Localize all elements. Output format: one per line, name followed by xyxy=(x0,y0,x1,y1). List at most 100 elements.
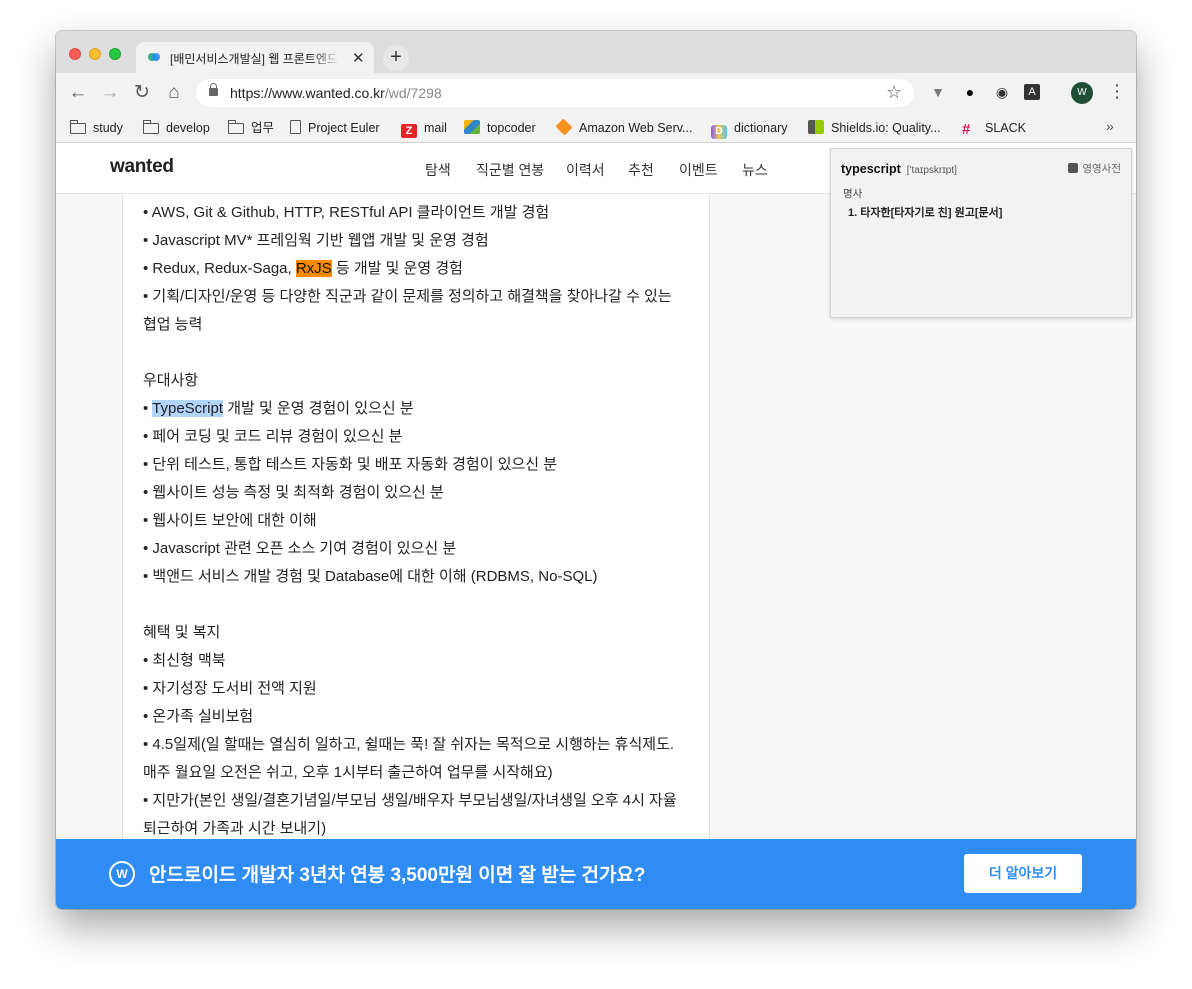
bookmark-label: Amazon Web Serv... xyxy=(579,121,693,135)
preferred-title: 우대사항 xyxy=(143,372,199,389)
browser-tab[interactable]: [배민서비스개발실] 웹 프론트엔드 개발자 ✕ xyxy=(136,42,374,74)
topcoder-icon xyxy=(464,120,480,134)
preferred-line: • 웹사이트 보안에 대한 이해 xyxy=(143,512,317,529)
bookmark-shields[interactable]: Shields.io: Quality... xyxy=(808,119,941,137)
preferred-line: • 페어 코딩 및 코드 리뷰 경험이 있으신 분 xyxy=(143,428,403,445)
nav-news[interactable]: 뉴스 xyxy=(742,160,768,180)
preferred-line: • Javascript 관련 오픈 소스 기여 경험이 있으신 분 xyxy=(143,540,457,557)
promo-banner: W 안드로이드 개발자 3년차 연봉 3,500만원 이면 잘 받는 건가요? … xyxy=(56,839,1136,909)
bookmark-star-icon[interactable]: ☆ xyxy=(886,82,902,103)
bookmark-label: mail xyxy=(424,121,447,135)
profile-avatar[interactable]: W xyxy=(1071,82,1093,104)
benefit-line-cont: 매주 월요일 오전은 쉬고, 오후 1시부터 출근하여 업무를 시작해요) xyxy=(143,764,553,781)
minimize-window-button[interactable] xyxy=(89,48,101,60)
title-bar: [배민서비스개발실] 웹 프론트엔드 개발자 ✕ + xyxy=(56,31,1136,74)
back-icon[interactable]: ← xyxy=(66,81,90,105)
bookmark-work[interactable]: 업무 xyxy=(227,119,275,137)
dict-pronunciation: ['taɪpskrɪpt] xyxy=(906,165,957,176)
forward-icon[interactable]: → xyxy=(98,81,122,105)
dict-definition: 1. 타자한[타자기로 친] 원고[문서] xyxy=(848,207,1003,219)
menu-kebab-icon[interactable]: ⋮ xyxy=(1108,81,1126,102)
url-text[interactable]: https://www.wanted.co.kr/wd/7298 xyxy=(230,85,442,101)
browser-toolbar: ← → ↻ ⌂ https://www.wanted.co.kr/wd/7298… xyxy=(56,73,1136,113)
close-window-button[interactable] xyxy=(69,48,81,60)
bookmark-develop[interactable]: develop xyxy=(142,119,210,137)
more-bookmarks-icon[interactable]: » xyxy=(1106,118,1114,134)
wanted-logo[interactable]: wanted xyxy=(110,156,174,178)
dictionary-icon: D xyxy=(711,125,727,139)
folder-icon xyxy=(69,120,86,134)
page-icon xyxy=(290,120,301,134)
bookmark-aws[interactable]: Amazon Web Serv... xyxy=(555,118,693,137)
benefit-line-cont: 퇴근하여 가족과 시간 보내기) xyxy=(143,820,327,837)
new-tab-button[interactable]: + xyxy=(383,45,409,71)
folder-icon xyxy=(227,120,244,134)
bookmark-topcoder[interactable]: topcoder xyxy=(464,119,536,137)
wanted-favicon-icon xyxy=(148,53,162,61)
benefit-line: • 최신형 맥북 xyxy=(143,652,226,669)
benefit-line: • 4.5일제(일 할때는 열심히 일하고, 쉴때는 푹! 잘 쉬자는 목적으로… xyxy=(143,736,675,753)
text-span: • Redux, Redux-Saga, xyxy=(143,260,296,277)
requirement-line: • AWS, Git & Github, HTTP, RESTful API 클… xyxy=(143,204,550,221)
bookmark-label: SLACK xyxy=(985,121,1026,135)
nav-events[interactable]: 이벤트 xyxy=(679,160,718,180)
benefits-title: 혜택 및 복지 xyxy=(143,624,221,641)
dict-source-label: 영영사전 xyxy=(1082,163,1121,175)
folder-icon xyxy=(142,120,159,134)
bookmark-slack[interactable]: # SLACK xyxy=(962,119,1026,137)
dict-source[interactable]: 영영사전 xyxy=(1068,161,1121,176)
zoho-icon: Z xyxy=(401,124,417,138)
preferred-line: • TypeScript 개발 및 운영 경험이 있으신 분 xyxy=(143,397,414,418)
requirement-line: • 기획/디자인/운영 등 다양한 직군과 같이 문제를 정의하고 해결책을 찾… xyxy=(143,288,672,305)
learn-more-button[interactable]: 더 알아보기 xyxy=(964,854,1082,893)
bookmark-label: 업무 xyxy=(251,121,275,135)
job-description-card: • AWS, Git & Github, HTTP, RESTful API 클… xyxy=(122,194,710,909)
dictionary-popup: typescript ['taɪpskrɪpt] 영영사전 명사 1. 타자한[타… xyxy=(830,148,1132,318)
text-span: 개발 및 운영 경험이 있으신 분 xyxy=(223,400,414,417)
tab-title: [배민서비스개발실] 웹 프론트엔드 개발자 xyxy=(170,50,340,67)
preferred-line: • 웹사이트 성능 측정 및 최적화 경험이 있으신 분 xyxy=(143,484,444,501)
dictionary-extension-icon[interactable]: A xyxy=(1024,84,1040,100)
text-span: 등 개발 및 운영 경험 xyxy=(331,260,463,277)
requirement-line: • Javascript MV* 프레임웍 기반 웹앱 개발 및 운영 경험 xyxy=(143,232,489,249)
benefit-line: • 지만가(본인 생일/결혼기념일/부모님 생일/배우자 부모님생일/자녀생일 … xyxy=(143,792,677,809)
zoom-window-button[interactable] xyxy=(109,48,121,60)
wanted-w-icon: W xyxy=(109,861,135,887)
dict-source-icon xyxy=(1068,163,1079,173)
browser-window: [배민서비스개발실] 웹 프론트엔드 개발자 ✕ + ← → ↻ ⌂ https… xyxy=(56,31,1136,909)
bookmark-mail[interactable]: Zmail xyxy=(401,119,447,138)
nav-salary-by-role[interactable]: 직군별 연봉 xyxy=(476,160,544,180)
bookmarks-bar: study develop 업무 Project Euler Zmail top… xyxy=(56,113,1136,143)
requirement-line-cont: 협업 능력 xyxy=(143,316,203,333)
tab-close-icon[interactable]: ✕ xyxy=(352,49,365,67)
vue-devtools-icon[interactable]: ▼ xyxy=(928,82,948,102)
selected-typescript: TypeScript xyxy=(152,400,224,417)
shields-icon xyxy=(808,120,824,134)
address-bar[interactable]: https://www.wanted.co.kr/wd/7298 ☆ xyxy=(196,79,914,107)
home-icon[interactable]: ⌂ xyxy=(162,81,186,105)
cookie-icon[interactable]: ● xyxy=(960,82,980,102)
aws-icon xyxy=(555,118,573,136)
benefit-line: • 자기성장 도서비 전액 지원 xyxy=(143,680,317,697)
nav-explore[interactable]: 탐색 xyxy=(425,160,451,180)
bookmark-label: dictionary xyxy=(734,121,788,135)
nav-resume[interactable]: 이력서 xyxy=(566,160,605,180)
incognito-icon[interactable]: ◉ xyxy=(992,82,1012,102)
dict-headword: typescript ['taɪpskrɪpt] xyxy=(841,162,957,176)
bookmark-label: Shields.io: Quality... xyxy=(831,121,941,135)
url-host: https://www.wanted.co.kr xyxy=(230,85,385,101)
preferred-line: • 단위 테스트, 통합 테스트 자동화 및 배포 자동화 경험이 있으신 분 xyxy=(143,456,558,473)
benefit-line: • 온가족 실비보험 xyxy=(143,708,254,725)
text-span: • xyxy=(143,400,153,417)
bookmark-label: topcoder xyxy=(487,121,536,135)
reload-icon[interactable]: ↻ xyxy=(130,81,154,105)
nav-recommend[interactable]: 추천 xyxy=(628,160,654,180)
highlighted-rxjs: RxJS xyxy=(295,260,332,277)
bookmark-study[interactable]: study xyxy=(69,119,123,137)
url-path: /wd/7298 xyxy=(384,85,442,101)
bookmark-label: Project Euler xyxy=(308,121,380,135)
bookmark-project-euler[interactable]: Project Euler xyxy=(290,119,380,137)
slack-icon: # xyxy=(962,121,971,138)
bookmark-dictionary[interactable]: Ddictionary xyxy=(711,119,788,139)
requirement-line: • Redux, Redux-Saga, RxJS 등 개발 및 운영 경험 xyxy=(143,257,463,278)
